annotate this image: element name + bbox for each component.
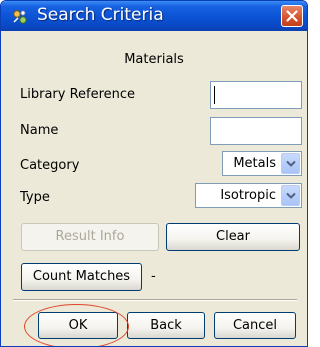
chevron-down-icon[interactable]	[281, 185, 300, 206]
title-bar[interactable]: Search Criteria	[1, 1, 307, 31]
name-field[interactable]	[210, 117, 302, 145]
divider	[13, 299, 297, 301]
panel-title: Materials	[124, 52, 184, 67]
window-title: Search Criteria	[37, 5, 164, 25]
close-button[interactable]	[281, 5, 303, 27]
name-label: Name	[20, 123, 59, 138]
back-button[interactable]: Back	[127, 312, 205, 339]
count-matches-label: Count Matches	[32, 269, 131, 284]
result-info-button[interactable]: Result Info	[21, 223, 159, 251]
type-selected-value: Isotropic	[220, 188, 276, 203]
ok-button[interactable]: OK	[38, 312, 118, 339]
type-select[interactable]: Isotropic	[195, 183, 302, 208]
back-label: Back	[150, 318, 182, 333]
search-criteria-app-icon	[11, 8, 29, 26]
match-count-value: -	[151, 269, 156, 284]
close-icon	[286, 10, 298, 22]
library-reference-label: Library Reference	[20, 87, 136, 102]
clear-button[interactable]: Clear	[166, 223, 300, 251]
dialog-body: Materials Library Reference Name Categor…	[1, 31, 307, 346]
text-caret	[214, 86, 215, 104]
cancel-label: Cancel	[232, 318, 278, 333]
library-reference-field[interactable]	[210, 81, 302, 109]
type-label: Type	[20, 190, 50, 205]
category-select[interactable]: Metals	[222, 151, 302, 176]
search-criteria-dialog: Search Criteria Materials Library Refere…	[0, 0, 308, 347]
category-selected-value: Metals	[233, 156, 276, 171]
category-label: Category	[20, 158, 80, 173]
ok-label: OK	[68, 318, 88, 333]
count-matches-button[interactable]: Count Matches	[21, 263, 142, 291]
chevron-down-icon[interactable]	[281, 153, 300, 174]
cancel-button[interactable]: Cancel	[214, 312, 296, 339]
result-info-label: Result Info	[55, 229, 125, 244]
clear-label: Clear	[216, 229, 250, 244]
